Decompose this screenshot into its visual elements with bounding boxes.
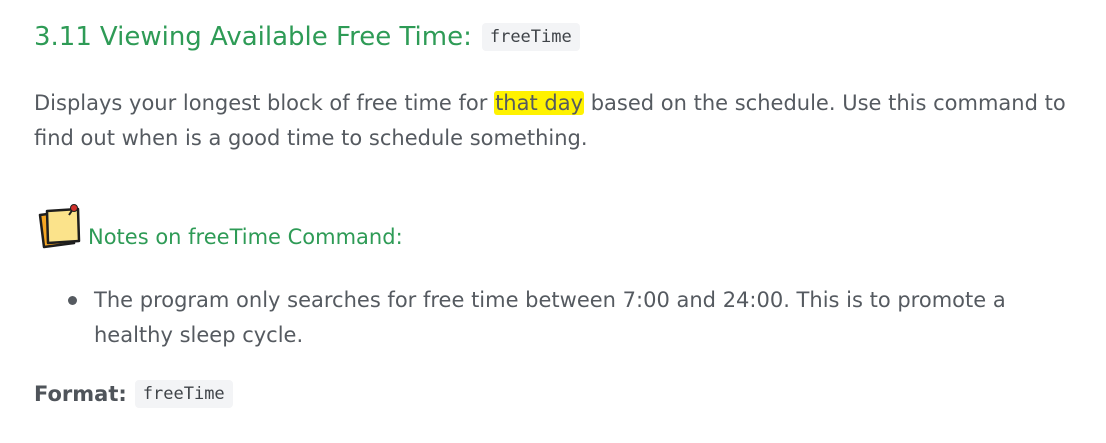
list-item: The program only searches for free time … — [34, 283, 1074, 353]
format-line: Format: freeTime — [34, 380, 233, 408]
section-number: 3.11 — [34, 22, 92, 52]
highlighted-text: that day — [494, 91, 585, 115]
list-item-text: The program only searches for free time … — [94, 288, 1006, 347]
note-title: Notes on freeTime Command: — [88, 225, 403, 249]
format-command-code: freeTime — [134, 380, 233, 408]
heading-command-code: freeTime — [481, 23, 580, 51]
description-paragraph: Displays your longest block of free time… — [34, 86, 1094, 156]
note-header: Notes on freeTime Command: — [34, 203, 403, 251]
section-title: Viewing Available Free Time: — [99, 22, 472, 52]
bullet-icon — [68, 296, 77, 305]
format-label: Format: — [34, 382, 127, 406]
sticky-note-icon — [34, 203, 84, 251]
section-heading: 3.11 Viewing Available Free Time: freeTi… — [34, 22, 580, 52]
description-before: Displays your longest block of free time… — [34, 91, 495, 115]
note-list: The program only searches for free time … — [34, 283, 1074, 353]
